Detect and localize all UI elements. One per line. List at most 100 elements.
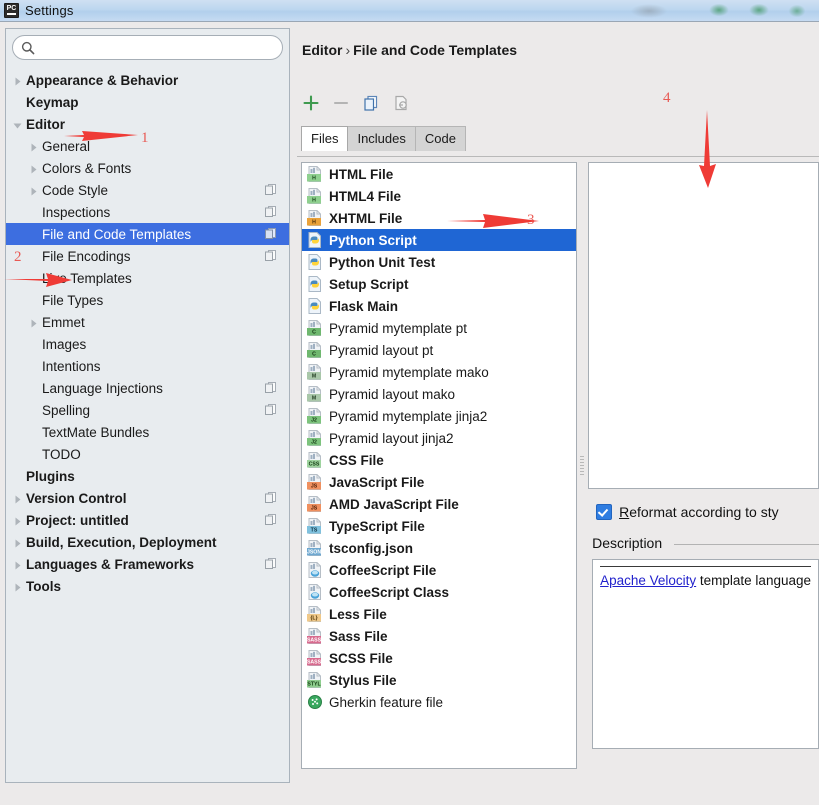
list-item[interactable]: CSS CSS File bbox=[302, 449, 576, 471]
list-item[interactable]: Flask Main bbox=[302, 295, 576, 317]
add-template-button[interactable] bbox=[299, 91, 323, 115]
pane-splitter[interactable] bbox=[577, 162, 589, 769]
sidebar-item-file-types[interactable]: File Types bbox=[6, 289, 289, 311]
export-icon bbox=[395, 95, 407, 111]
svg-text:M: M bbox=[312, 396, 316, 402]
stylus-file-icon: STYL bbox=[307, 672, 323, 688]
templates-list[interactable]: H HTML File H HTML4 File H XHTML File Python S… bbox=[301, 162, 578, 769]
sidebar-item-label: File Types bbox=[42, 292, 104, 308]
list-item[interactable]: C Pyramid layout pt bbox=[302, 339, 576, 361]
sidebar-item-code-style[interactable]: Code Style bbox=[6, 179, 289, 201]
list-item[interactable]: TS TypeScript File bbox=[302, 515, 576, 537]
sidebar-item-todo[interactable]: TODO bbox=[6, 443, 289, 465]
svg-text:JS: JS bbox=[311, 506, 318, 512]
list-item[interactable]: Python Script bbox=[302, 229, 577, 251]
sidebar-item-emmet[interactable]: Emmet bbox=[6, 311, 289, 333]
chevron-right-icon[interactable] bbox=[28, 185, 39, 196]
sidebar-item-label: TextMate Bundles bbox=[42, 424, 150, 440]
sidebar-item-project-untitled[interactable]: Project: untitled bbox=[6, 509, 289, 531]
list-item[interactable]: C Pyramid mytemplate pt bbox=[302, 317, 576, 339]
chevron-right-icon[interactable] bbox=[28, 141, 39, 152]
templates-tabs: Files Includes Code bbox=[301, 126, 466, 151]
list-item[interactable]: J2 Pyramid layout jinja2 bbox=[302, 427, 576, 449]
breadcrumb-parent[interactable]: Editor bbox=[302, 42, 342, 58]
chevron-right-icon[interactable] bbox=[12, 581, 23, 592]
project-scope-icon bbox=[264, 249, 277, 262]
sidebar-item-label: Code Style bbox=[42, 182, 109, 198]
splitter-grip[interactable] bbox=[580, 455, 585, 476]
list-item-label: Python Unit Test bbox=[329, 254, 436, 270]
svg-text:H: H bbox=[312, 198, 316, 204]
tab-files[interactable]: Files bbox=[301, 126, 349, 151]
list-item[interactable]: CoffeeScript File bbox=[302, 559, 576, 581]
sidebar-item-spelling[interactable]: Spelling bbox=[6, 399, 289, 421]
chevron-right-icon[interactable] bbox=[12, 493, 23, 504]
reformat-checkbox[interactable] bbox=[596, 504, 613, 520]
python-file-icon bbox=[307, 298, 323, 314]
reformat-checkbox-row[interactable]: Reformat according to sty bbox=[588, 497, 819, 527]
sidebar-item-appearance-behavior[interactable]: Appearance & Behavior bbox=[6, 69, 289, 91]
sidebar-item-keymap[interactable]: Keymap bbox=[6, 91, 289, 113]
list-item[interactable]: {L} Less File bbox=[302, 603, 576, 625]
chevron-right-icon[interactable] bbox=[12, 75, 23, 86]
sidebar-item-file-encodings[interactable]: File Encodings bbox=[6, 245, 289, 267]
list-item[interactable]: H XHTML File bbox=[302, 207, 576, 229]
list-item[interactable]: CoffeeScript Class bbox=[302, 581, 576, 603]
project-scope-icon bbox=[264, 381, 277, 394]
list-item[interactable]: STYL Stylus File bbox=[302, 669, 576, 691]
sidebar-item-language-injections[interactable]: Language Injections bbox=[6, 377, 289, 399]
list-item[interactable]: Gherkin feature file bbox=[302, 691, 576, 713]
list-item[interactable]: JSON tsconfig.json bbox=[302, 537, 576, 559]
list-item-label: Sass File bbox=[329, 628, 388, 644]
template-editor-area[interactable] bbox=[588, 162, 819, 489]
sidebar-item-plugins[interactable]: Plugins bbox=[6, 465, 289, 487]
sidebar-item-version-control[interactable]: Version Control bbox=[6, 487, 289, 509]
sidebar-item-file-and-code-templates[interactable]: File and Code Templates bbox=[6, 223, 289, 245]
sidebar-item-inspections[interactable]: Inspections bbox=[6, 201, 289, 223]
copy-template-button[interactable] bbox=[359, 91, 383, 115]
remove-template-button[interactable] bbox=[329, 91, 353, 115]
sidebar-item-images[interactable]: Images bbox=[6, 333, 289, 355]
sidebar-item-build-execution-deployment[interactable]: Build, Execution, Deployment bbox=[6, 531, 289, 553]
javascript-file-icon: JS bbox=[307, 474, 323, 490]
template-detail-pane: Reformat according to sty Description Ap… bbox=[588, 162, 819, 769]
list-item[interactable]: Setup Script bbox=[302, 273, 576, 295]
list-item[interactable]: JS AMD JavaScript File bbox=[302, 493, 576, 515]
list-item-label: Gherkin feature file bbox=[329, 694, 444, 710]
list-item[interactable]: H HTML File bbox=[302, 163, 576, 185]
list-item[interactable]: J2 Pyramid mytemplate jinja2 bbox=[302, 405, 576, 427]
sidebar-item-editor[interactable]: Editor bbox=[6, 113, 289, 135]
search-input[interactable] bbox=[40, 39, 274, 56]
plus-icon bbox=[303, 95, 319, 111]
chevron-right-icon[interactable] bbox=[12, 515, 23, 526]
list-item[interactable]: SASS SCSS File bbox=[302, 647, 576, 669]
sidebar-item-live-templates[interactable]: Live Templates bbox=[6, 267, 289, 289]
list-item-label: HTML4 File bbox=[329, 188, 402, 204]
list-item[interactable]: M Pyramid layout mako bbox=[302, 383, 576, 405]
sidebar-item-languages-frameworks[interactable]: Languages & Frameworks bbox=[6, 553, 289, 575]
list-item[interactable]: M Pyramid mytemplate mako bbox=[302, 361, 576, 383]
scss-file-icon: SASS bbox=[307, 650, 323, 666]
chevron-right-icon[interactable] bbox=[28, 317, 39, 328]
tab-includes[interactable]: Includes bbox=[347, 126, 416, 151]
sidebar-item-intentions[interactable]: Intentions bbox=[6, 355, 289, 377]
sidebar-item-tools[interactable]: Tools bbox=[6, 575, 289, 597]
chevron-right-icon[interactable] bbox=[28, 163, 39, 174]
sidebar-item-textmate-bundles[interactable]: TextMate Bundles bbox=[6, 421, 289, 443]
sidebar-item-general[interactable]: General bbox=[6, 135, 289, 157]
chevron-right-icon[interactable] bbox=[12, 559, 23, 570]
chevron-down-icon[interactable] bbox=[12, 119, 23, 130]
list-item[interactable]: JS JavaScript File bbox=[302, 471, 576, 493]
list-item-label: SCSS File bbox=[329, 650, 393, 666]
list-item-label: JavaScript File bbox=[329, 474, 425, 490]
list-item[interactable]: H HTML4 File bbox=[302, 185, 576, 207]
html-file-icon: H bbox=[307, 166, 323, 182]
search-box[interactable] bbox=[12, 35, 283, 60]
sidebar-item-colors-fonts[interactable]: Colors & Fonts bbox=[6, 157, 289, 179]
apache-velocity-link[interactable]: Apache Velocity bbox=[600, 573, 696, 588]
tab-code[interactable]: Code bbox=[414, 126, 466, 151]
chevron-right-icon[interactable] bbox=[12, 537, 23, 548]
list-item[interactable]: SASS Sass File bbox=[302, 625, 576, 647]
list-item[interactable]: Python Unit Test bbox=[302, 251, 576, 273]
export-template-button[interactable] bbox=[389, 91, 413, 115]
